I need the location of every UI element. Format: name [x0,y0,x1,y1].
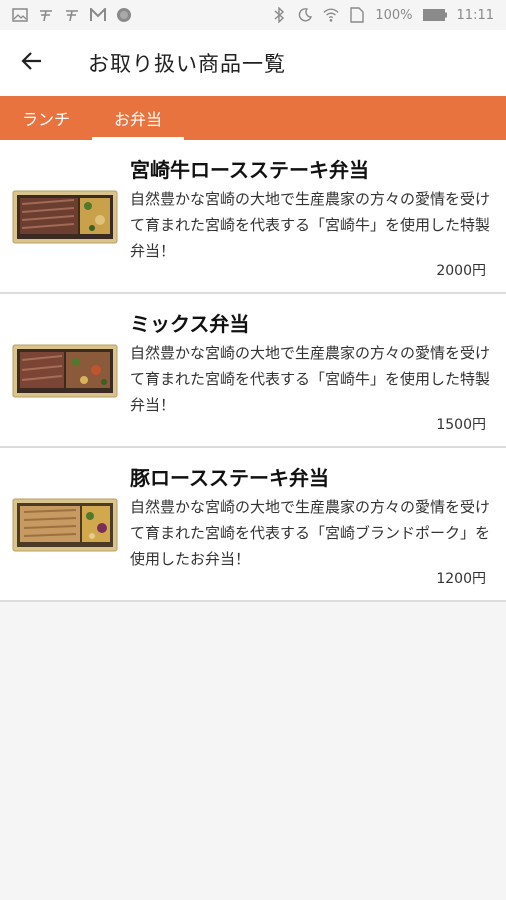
product-item[interactable]: ミックス弁当 自然豊かな宮崎の大地で生産農家の方々の愛情を受けて育まれた宮崎を代… [0,294,506,448]
product-item[interactable]: 宮崎牛ロースステーキ弁当 自然豊かな宮崎の大地で生産農家の方々の愛情を受けて育ま… [0,140,506,294]
status-bar-notifications [12,7,132,23]
status-bar: 100% 11:11 [0,0,506,30]
product-description: 自然豊かな宮崎の大地で生産農家の方々の愛情を受けて育まれた宮崎を代表する「宮崎牛… [130,190,491,260]
product-description: 自然豊かな宮崎の大地で生産農家の方々の愛情を受けて育まれた宮崎を代表する「宮崎牛… [130,344,491,414]
tab-label: ランチ [21,110,70,129]
battery-icon [422,7,447,23]
product-price: 1200円 [436,571,486,587]
image-icon [12,7,28,23]
notification-icon [64,7,80,23]
product-image [12,498,118,552]
page-title: お取り扱い商品一覧 [88,52,286,76]
sim-icon [349,7,365,23]
tab-label: お弁当 [113,110,162,129]
arrow-back-icon [21,50,43,76]
record-icon [116,7,132,23]
status-bar-system: 100% 11:11 [271,7,494,23]
product-price: 1500円 [436,417,486,433]
back-button[interactable] [0,30,64,96]
bluetooth-icon [271,7,287,23]
notification-icon [38,7,54,23]
wifi-icon [323,7,339,23]
product-image [12,344,118,398]
category-tabs: ランチ お弁当 [0,96,506,140]
product-price: 2000円 [436,263,486,279]
tab-bento[interactable]: お弁当 [92,96,184,140]
battery-percent: 100% [375,7,413,23]
tab-lunch[interactable]: ランチ [0,96,92,140]
product-item[interactable]: 豚ロースステーキ弁当 自然豊かな宮崎の大地で生産農家の方々の愛情を受けて育まれた… [0,448,506,602]
product-name: 豚ロースステーキ弁当 [130,466,329,490]
do-not-disturb-icon [297,7,313,23]
clock: 11:11 [456,7,494,23]
mail-icon [90,7,106,23]
product-list: 宮崎牛ロースステーキ弁当 自然豊かな宮崎の大地で生産農家の方々の愛情を受けて育ま… [0,140,506,602]
product-image [12,190,118,244]
product-description: 自然豊かな宮崎の大地で生産農家の方々の愛情を受けて育まれた宮崎を代表する「宮崎ブ… [130,498,491,568]
product-name: 宮崎牛ロースステーキ弁当 [130,158,369,182]
product-name: ミックス弁当 [130,312,250,336]
app-bar: お取り扱い商品一覧 [0,30,506,96]
